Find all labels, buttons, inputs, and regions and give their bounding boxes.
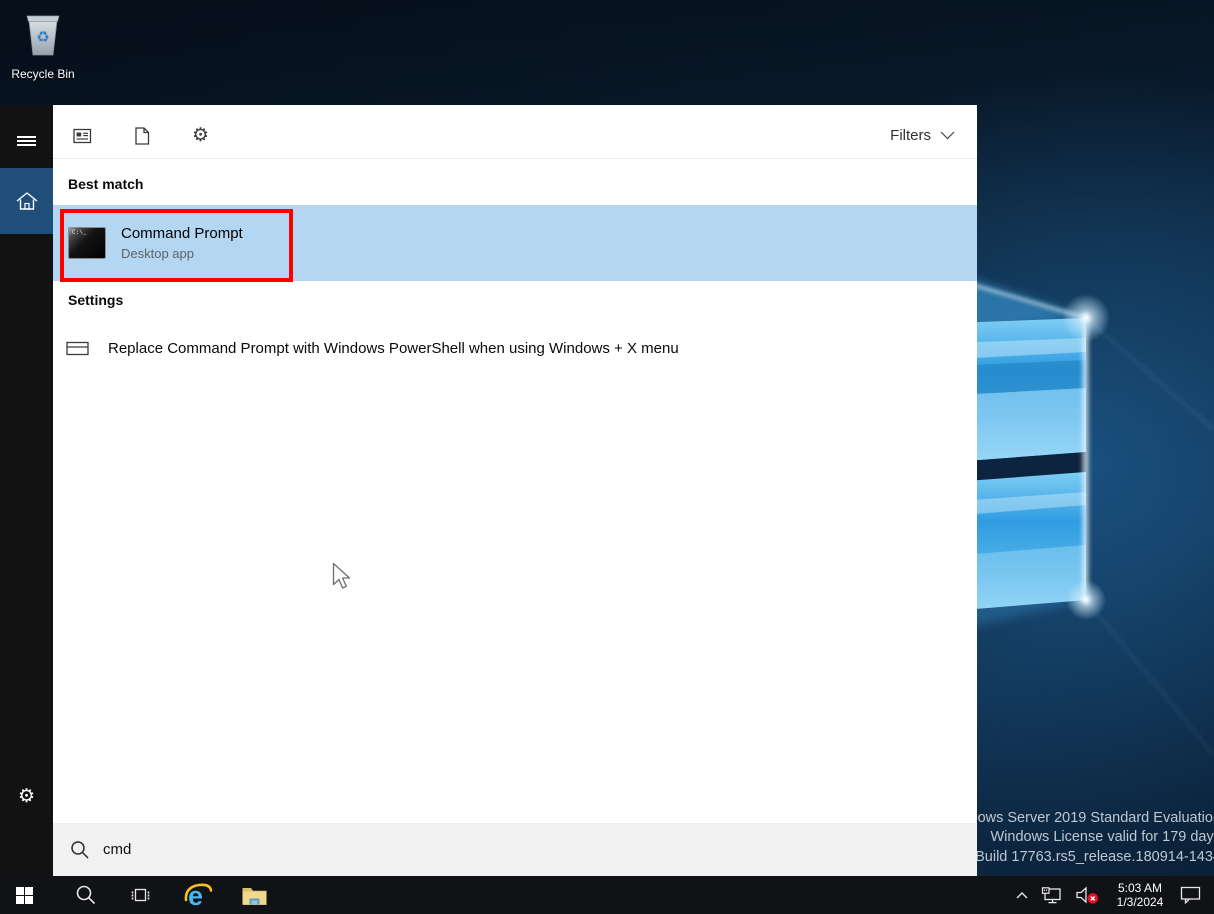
chevron-up-icon: [1015, 891, 1029, 900]
recycle-bin[interactable]: ♻ Recycle Bin: [10, 8, 76, 81]
gear-icon: ⚙: [192, 126, 209, 145]
filters-dropdown[interactable]: Filters: [890, 127, 955, 144]
filter-settings-button[interactable]: ⚙: [191, 126, 210, 145]
task-view-icon: [131, 887, 150, 903]
clock-time: 5:03 AM: [1112, 881, 1168, 895]
watermark-line-2: Windows License valid for 179 days: [970, 828, 1214, 848]
recycle-bin-icon: ♻: [20, 8, 66, 60]
speaker-muted-icon: [1075, 886, 1100, 904]
file-explorer-icon: [241, 885, 268, 906]
taskbar: e: [0, 876, 1214, 914]
search-settings-button[interactable]: ⚙: [0, 776, 53, 816]
filter-documents-button[interactable]: [132, 127, 151, 145]
filter-apps-button[interactable]: [73, 128, 92, 144]
menu-hamburger-button[interactable]: [0, 121, 53, 161]
window-setting-icon: [66, 341, 89, 356]
network-status-button[interactable]: [1041, 887, 1063, 904]
home-icon: [16, 191, 38, 211]
document-icon: [134, 127, 150, 145]
watermark-line-1: dows Server 2019 Standard Evaluation: [970, 809, 1214, 829]
license-watermark: dows Server 2019 Standard Evaluation Win…: [970, 809, 1214, 868]
home-tab-button[interactable]: [0, 168, 53, 234]
action-center-icon: [1180, 886, 1201, 904]
recycle-bin-label: Recycle Bin: [10, 67, 76, 81]
taskbar-search-button[interactable]: [64, 876, 108, 914]
start-search-panel: ⚙: [0, 105, 977, 876]
watermark-line-3: Build 17763.rs5_release.180914-1434: [970, 848, 1214, 868]
apps-icon: [73, 128, 92, 144]
search-side-rail: ⚙: [0, 105, 53, 876]
svg-text:♻: ♻: [36, 29, 49, 46]
action-center-button[interactable]: [1180, 886, 1201, 904]
chevron-down-icon: [940, 131, 955, 140]
result-title: Replace Command Prompt with Windows Powe…: [108, 340, 679, 357]
result-replace-powershell[interactable]: Replace Command Prompt with Windows Powe…: [53, 327, 977, 369]
search-filter-bar: ⚙ Filters: [53, 105, 977, 159]
command-prompt-icon: C:\_: [68, 227, 106, 259]
desktop: ♻ Recycle Bin dows Server 2019 Standard …: [0, 0, 1214, 914]
search-bar: [53, 823, 977, 876]
gear-icon: ⚙: [18, 785, 35, 808]
clock-date: 1/3/2024: [1112, 895, 1168, 909]
volume-muted-button[interactable]: [1075, 886, 1100, 904]
result-subtitle: Desktop app: [121, 246, 243, 261]
windows-logo-icon: [16, 887, 33, 904]
search-icon: [70, 840, 90, 860]
search-results-area: ⚙ Filters Best match C:\_ Command Prompt…: [53, 105, 977, 876]
best-match-header: Best match: [68, 176, 143, 192]
system-tray: 5:03 AM 1/3/2024: [1015, 876, 1214, 914]
search-icon: [75, 884, 97, 906]
settings-section-header: Settings: [68, 292, 123, 308]
result-command-prompt[interactable]: C:\_ Command Prompt Desktop app: [53, 205, 977, 281]
start-button[interactable]: [2, 876, 46, 914]
task-view-button[interactable]: [118, 876, 162, 914]
result-title: Command Prompt: [121, 225, 243, 242]
taskbar-clock[interactable]: 5:03 AM 1/3/2024: [1112, 881, 1168, 909]
tray-expand-button[interactable]: [1015, 891, 1029, 900]
file-explorer-button[interactable]: [232, 876, 276, 914]
filters-label: Filters: [890, 127, 931, 144]
wired-network-icon: [1041, 887, 1063, 904]
internet-explorer-button[interactable]: e: [176, 876, 220, 914]
search-input[interactable]: [103, 841, 803, 858]
internet-explorer-icon: e: [183, 880, 213, 910]
